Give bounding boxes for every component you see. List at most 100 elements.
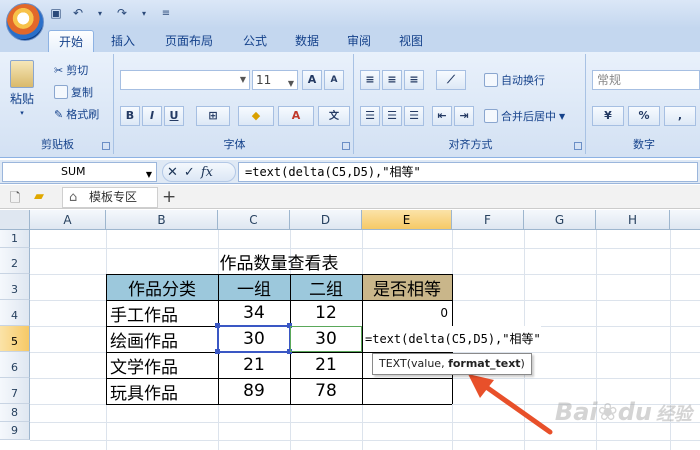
table-cell[interactable]: 21 — [218, 352, 290, 378]
customize-qat-icon[interactable]: ≡ — [158, 5, 174, 21]
font-size-combo[interactable]: 11 ▼ — [252, 70, 298, 90]
row-header-2[interactable]: 2 — [0, 248, 30, 274]
cut-button[interactable]: ✂ 剪切 — [54, 62, 88, 78]
shrink-font-button[interactable]: A — [324, 70, 344, 90]
table-cell[interactable]: 21 — [290, 352, 362, 378]
italic-button[interactable]: I — [142, 106, 162, 126]
fill-color-button[interactable]: ◆ — [238, 106, 274, 126]
watermark-paw: du — [617, 398, 652, 426]
table-cell[interactable]: 34 — [218, 300, 290, 326]
copy-button[interactable]: 复制 — [54, 84, 93, 100]
formula-buttons: ✕ ✓ fx — [162, 162, 236, 182]
font-family-combo[interactable]: ▼ — [120, 70, 250, 90]
underline-button[interactable]: U — [164, 106, 184, 126]
align-left-button[interactable]: ☰ — [360, 106, 380, 126]
column-header-a[interactable]: A — [30, 210, 106, 230]
column-header-h[interactable]: H — [596, 210, 670, 230]
align-bottom-button[interactable]: ≡ — [404, 70, 424, 90]
tab-data[interactable]: 数据 — [284, 30, 330, 52]
table-cell[interactable]: 0 — [362, 300, 452, 326]
align-top-button[interactable]: ≡ — [360, 70, 380, 90]
row-header-8[interactable]: 8 — [0, 404, 30, 422]
number-format-combo[interactable]: 常规 — [592, 70, 700, 90]
table-cell[interactable]: 手工作品 — [106, 300, 218, 326]
align-center-icon: ☰ — [387, 109, 397, 122]
redo-icon[interactable]: ↷ — [114, 5, 130, 21]
row-header-5[interactable]: 5 — [0, 326, 30, 352]
column-header-g[interactable]: G — [524, 210, 596, 230]
column-header-b[interactable]: B — [106, 210, 218, 230]
column-header-f[interactable]: F — [452, 210, 524, 230]
undo-icon[interactable]: ↶ — [70, 5, 86, 21]
row-header-1[interactable]: 1 — [0, 230, 30, 248]
tab-formulas[interactable]: 公式 — [232, 30, 278, 52]
cancel-icon[interactable]: ✕ — [167, 165, 178, 180]
column-header-c[interactable]: C — [218, 210, 290, 230]
paste-button[interactable]: 粘贴 ▾ — [10, 60, 34, 117]
folder-icon[interactable]: ▰ — [34, 189, 44, 204]
resize-handle[interactable] — [215, 349, 220, 354]
increase-indent-button[interactable]: ⇥ — [454, 106, 474, 126]
format-painter-button[interactable]: ✎ 格式刷 — [54, 106, 99, 122]
tab-home[interactable]: 开始 — [48, 30, 94, 52]
new-file-icon[interactable]: 🗋 — [10, 189, 20, 211]
align-middle-button[interactable]: ≡ — [382, 70, 402, 90]
dialog-launcher-icon[interactable] — [574, 142, 582, 150]
save-icon[interactable]: ▣ — [48, 5, 64, 21]
resize-handle[interactable] — [215, 323, 220, 328]
table-cell[interactable]: 78 — [290, 378, 362, 404]
border-button[interactable]: ⊞ — [196, 106, 230, 126]
grow-font-button[interactable]: A — [302, 70, 322, 90]
header-group-2[interactable]: 二组 — [290, 274, 362, 300]
dropdown-icon[interactable]: ▾ — [136, 5, 152, 21]
office-button[interactable] — [6, 3, 44, 41]
merge-center-button[interactable]: 合并后居中 ▼ — [484, 108, 565, 124]
dialog-launcher-icon[interactable] — [102, 142, 110, 150]
align-right-button[interactable]: ☰ — [404, 106, 424, 126]
table-cell[interactable]: 文学作品 — [106, 352, 218, 378]
row-header-4[interactable]: 4 — [0, 300, 30, 326]
dropdown-icon[interactable]: ▾ — [92, 5, 108, 21]
enter-icon[interactable]: ✓ — [184, 165, 195, 180]
decrease-indent-button[interactable]: ⇤ — [432, 106, 452, 126]
currency-button[interactable]: ¥ — [592, 106, 624, 126]
table-cell[interactable]: 玩具作品 — [106, 378, 218, 404]
comma-button[interactable]: , — [664, 106, 696, 126]
phonetic-button[interactable]: 文 — [318, 106, 350, 126]
sheet-title[interactable]: 作品数量查看表 — [106, 248, 452, 274]
row-header-9[interactable]: 9 — [0, 422, 30, 440]
brush-icon: ✎ — [54, 107, 64, 121]
font-group: ▼ 11 ▼ A A B I U ⊞ ◆ A 文 字体 — [116, 54, 354, 154]
row-header-3[interactable]: 3 — [0, 274, 30, 300]
formula-input[interactable]: =text(delta(C5,D5),"相等" — [238, 162, 698, 182]
function-tooltip: TEXT(value, format_text) — [372, 353, 532, 375]
tab-review[interactable]: 审阅 — [336, 30, 382, 52]
header-category[interactable]: 作品分类 — [106, 274, 218, 300]
merge-icon — [484, 109, 498, 123]
dialog-launcher-icon[interactable] — [342, 142, 350, 150]
bold-button[interactable]: B — [120, 106, 140, 126]
table-cell[interactable]: 89 — [218, 378, 290, 404]
font-color-button[interactable]: A — [278, 106, 314, 126]
tab-insert[interactable]: 插入 — [100, 30, 146, 52]
wrap-text-button[interactable]: 自动换行 — [484, 72, 545, 88]
tab-view[interactable]: 视图 — [388, 30, 434, 52]
doc-tab-templates[interactable]: ⌂ 模板专区 — [62, 187, 158, 208]
name-box[interactable]: SUM ▼ — [2, 162, 157, 182]
editing-cell-e5[interactable]: =text(delta(C5,D5),"相等" — [363, 326, 541, 352]
orientation-button[interactable]: ⟋ — [436, 70, 466, 90]
header-is-equal[interactable]: 是否相等 — [362, 274, 452, 300]
table-cell[interactable]: 绘画作品 — [106, 326, 218, 352]
row-header-6[interactable]: 6 — [0, 352, 30, 378]
column-header-d[interactable]: D — [290, 210, 362, 230]
tab-page-layout[interactable]: 页面布局 — [156, 30, 222, 52]
insert-function-icon[interactable]: fx — [201, 165, 213, 180]
table-cell[interactable]: 12 — [290, 300, 362, 326]
column-header-e[interactable]: E — [362, 210, 452, 230]
select-all-corner[interactable] — [0, 210, 30, 230]
row-header-7[interactable]: 7 — [0, 378, 30, 404]
align-center-button[interactable]: ☰ — [382, 106, 402, 126]
add-tab-icon[interactable]: + — [162, 187, 176, 207]
percent-button[interactable]: % — [628, 106, 660, 126]
header-group-1[interactable]: 一组 — [218, 274, 290, 300]
